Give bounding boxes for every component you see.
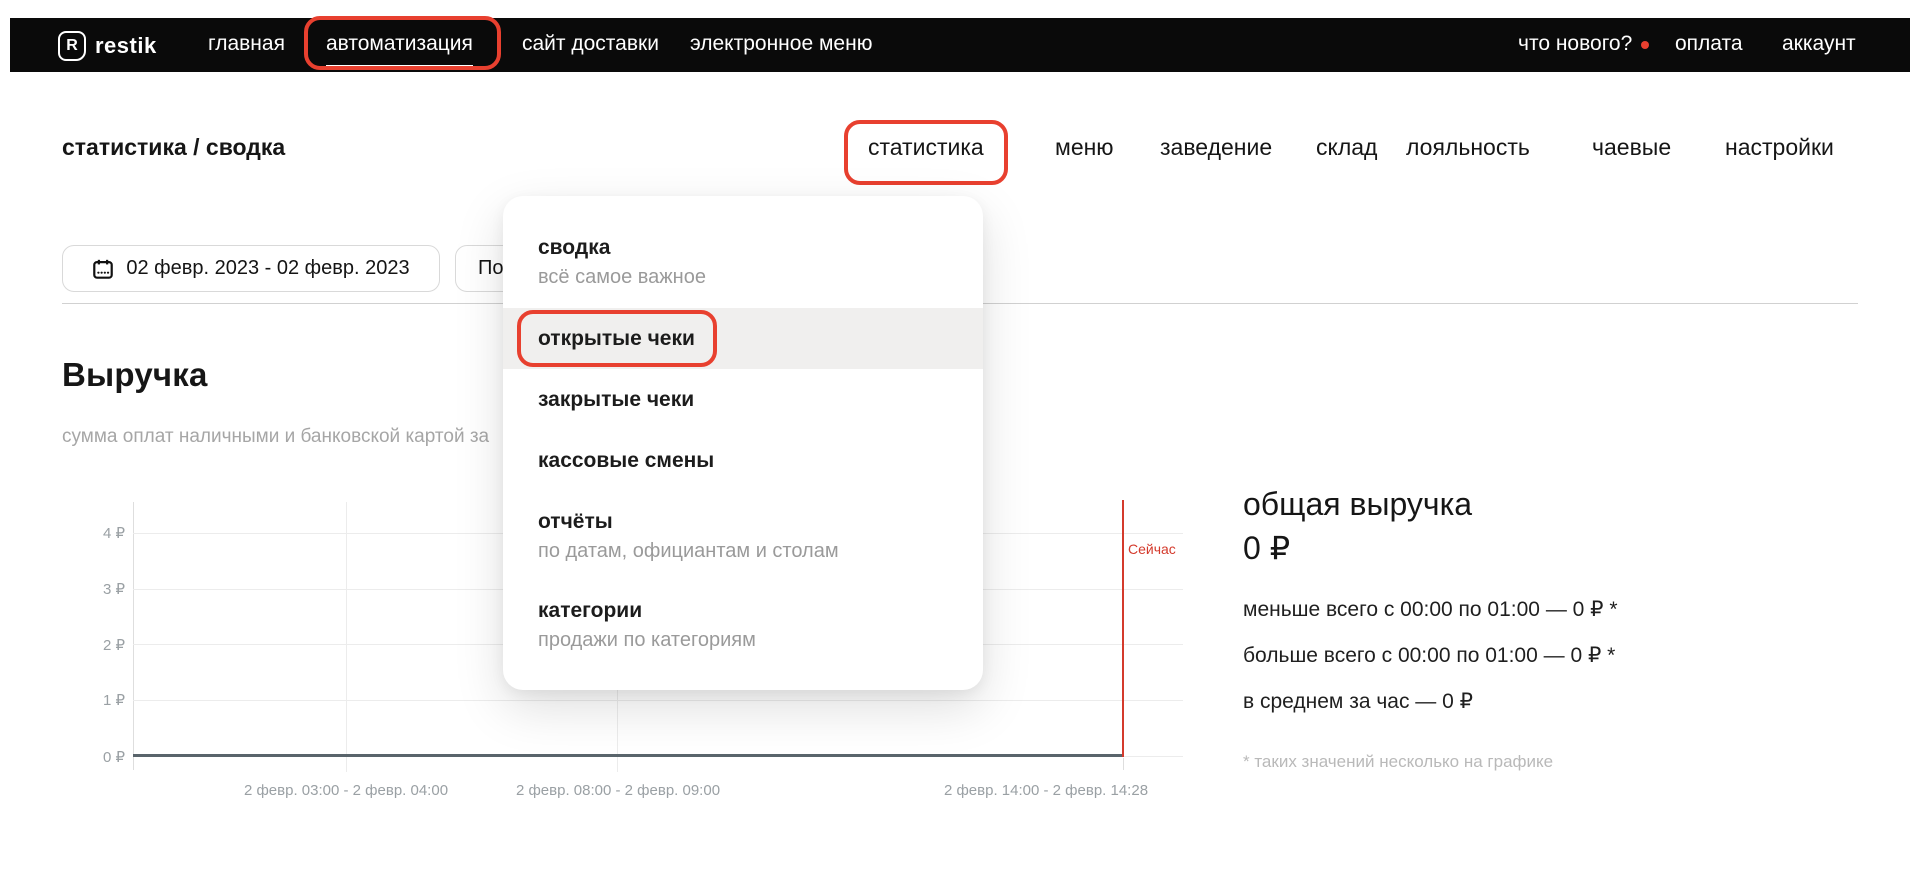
total-revenue-title: общая выручка — [1243, 486, 1472, 523]
topnav-item-akkaunt[interactable]: аккаунт — [1782, 32, 1856, 56]
total-revenue-value: 0 ₽ — [1243, 529, 1290, 567]
y-axis-tick-0: 0 ₽ — [65, 748, 125, 766]
menu-item-kategorii-subtitle: продажи по категориям — [538, 629, 756, 652]
menu-item-otkrytye-cheki[interactable]: открытые чеки — [538, 327, 695, 351]
summary-line-max: больше всего с 00:00 по 01:00 — 0 ₽ * — [1243, 643, 1615, 668]
calendar-icon — [92, 258, 114, 280]
active-tab-underline — [326, 65, 473, 67]
date-range-picker-button[interactable]: 02 февр. 2023 - 02 февр. 2023 — [62, 245, 440, 292]
restik-logo-text: restik — [95, 33, 157, 59]
revenue-section-subtitle: сумма оплат наличными и банковской карто… — [62, 426, 505, 448]
summary-line-avg: в среднем за час — 0 ₽ — [1243, 689, 1473, 714]
y-axis-tick-4: 4 ₽ — [65, 524, 125, 542]
x-axis-tick-3: 2 февр. 14:00 - 2 февр. 14:28 — [886, 782, 1206, 799]
section-tab-menyu[interactable]: меню — [1055, 134, 1114, 161]
menu-item-otchyoty[interactable]: отчёты — [538, 510, 613, 534]
menu-item-otkrytye-cheki-label: открытые чеки — [538, 327, 695, 350]
topnav-item-sajt-dostavki[interactable]: сайт доставки — [522, 32, 659, 56]
y-axis-tick-1: 1 ₽ — [65, 691, 125, 709]
now-marker-line — [1122, 500, 1124, 757]
section-tab-zavedenie[interactable]: заведение — [1160, 134, 1272, 161]
topnav-item-avtomatizaciya[interactable]: автоматизация — [326, 32, 473, 56]
revenue-section-title: Выручка — [62, 356, 208, 394]
restik-logo-icon: R — [58, 31, 86, 61]
revenue-zero-data-line — [133, 754, 1123, 757]
y-axis-tick-3: 3 ₽ — [65, 580, 125, 598]
statistics-dropdown-menu: сводка всё самое важное открытые чеки за… — [503, 196, 983, 690]
section-tab-statistika-label: статистика — [868, 134, 984, 160]
menu-item-otchyoty-subtitle: по датам, официантам и столам — [538, 540, 839, 563]
menu-item-kategorii[interactable]: категории — [538, 599, 642, 623]
zero-axis-extension — [1123, 756, 1183, 757]
section-tab-statistika[interactable]: статистика — [868, 134, 984, 161]
now-marker-label: Сейчас — [1128, 541, 1176, 557]
date-range-label: 02 февр. 2023 - 02 февр. 2023 — [126, 257, 409, 280]
top-navigation-bar: R restik главная автоматизация сайт дост… — [10, 18, 1910, 72]
menu-item-svodka-subtitle: всё самое важное — [538, 266, 706, 289]
menu-item-svodka[interactable]: сводка — [538, 236, 610, 260]
y-axis-line — [133, 502, 134, 770]
gridline-h-1 — [133, 700, 1183, 701]
breadcrumb: статистика / сводка — [62, 134, 285, 161]
section-tab-sklad[interactable]: склад — [1316, 134, 1377, 161]
menu-item-kassovye-smeny[interactable]: кассовые смены — [538, 449, 714, 473]
summary-line-min: меньше всего с 00:00 по 01:00 — 0 ₽ * — [1243, 597, 1618, 622]
section-tab-nastrojki[interactable]: настройки — [1725, 134, 1834, 161]
section-tab-chaevye[interactable]: чаевые — [1592, 134, 1671, 161]
x-axis-tick-2: 2 февр. 08:00 - 2 февр. 09:00 — [458, 782, 778, 799]
topnav-item-glavnaya[interactable]: главная — [208, 32, 285, 56]
topnav-item-elektronnoe-menyu[interactable]: электронное меню — [690, 32, 872, 56]
topnav-item-whats-new[interactable]: что нового? — [1518, 32, 1632, 56]
now-axis-tick — [1123, 758, 1124, 770]
menu-item-zakrytye-cheki[interactable]: закрытые чеки — [538, 388, 694, 412]
restik-logo[interactable]: R restik — [58, 31, 157, 61]
topnav-item-avtomatizaciya-label: автоматизация — [326, 32, 473, 55]
section-tab-loyalnost[interactable]: лояльность — [1406, 134, 1530, 161]
gridline-v-1 — [346, 502, 347, 772]
topnav-item-oplata[interactable]: оплата — [1675, 32, 1743, 56]
summary-footnote: * таких значений несколько на графике — [1243, 752, 1553, 772]
y-axis-tick-2: 2 ₽ — [65, 636, 125, 654]
